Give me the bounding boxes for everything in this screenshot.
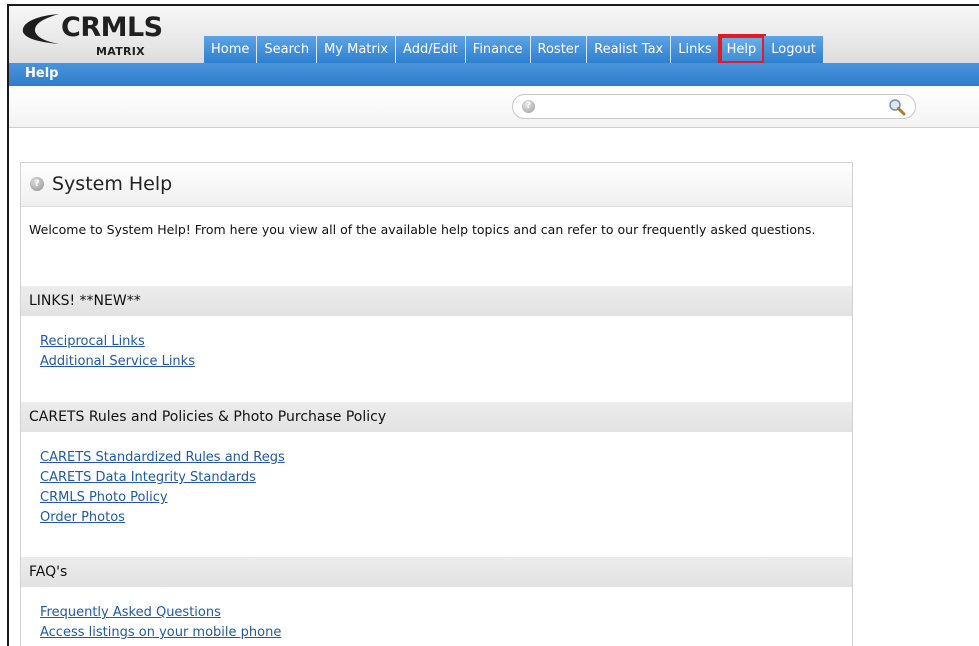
- tab-search[interactable]: Search: [257, 36, 318, 63]
- search-input[interactable]: [543, 98, 877, 117]
- link-carets-standardized-rules[interactable]: CARETS Standardized Rules and Regs: [40, 450, 285, 465]
- section-heading-faqs: FAQ's: [21, 557, 852, 587]
- list-item: Order Photos: [40, 510, 285, 530]
- search-row: ?: [9, 86, 979, 128]
- tab-home[interactable]: Home: [204, 36, 258, 63]
- magnifier-icon[interactable]: [888, 98, 906, 116]
- logo-name: CRMLS: [61, 12, 163, 43]
- tab-realist-tax[interactable]: Realist Tax: [587, 36, 672, 63]
- tab-logout[interactable]: Logout: [764, 36, 824, 63]
- intro-text: Welcome to System Help! From here you vi…: [29, 222, 816, 237]
- section-bar: Help: [9, 63, 979, 86]
- link-order-photos[interactable]: Order Photos: [40, 510, 125, 525]
- help-icon[interactable]: ?: [522, 100, 535, 113]
- tab-links[interactable]: Links: [671, 36, 720, 63]
- tab-add-edit[interactable]: Add/Edit: [396, 36, 466, 63]
- faq-links-list: Frequently Asked Questions Access listin…: [40, 605, 281, 645]
- section-heading-carets: CARETS Rules and Policies & Photo Purcha…: [21, 402, 852, 432]
- link-carets-data-integrity[interactable]: CARETS Data Integrity Standards: [40, 470, 256, 485]
- list-item: Additional Service Links: [40, 354, 195, 374]
- link-frequently-asked-questions[interactable]: Frequently Asked Questions: [40, 605, 221, 620]
- list-item: CRMLS Photo Policy: [40, 490, 285, 510]
- link-reciprocal-links[interactable]: Reciprocal Links: [40, 334, 145, 349]
- tab-roster[interactable]: Roster: [530, 36, 588, 63]
- list-item: Frequently Asked Questions: [40, 605, 281, 625]
- header: CRMLS MATRIX Home Search My Matrix Add/E…: [9, 6, 979, 65]
- search-box: ?: [512, 94, 916, 119]
- link-access-listings-mobile[interactable]: Access listings on your mobile phone: [40, 625, 281, 640]
- section-heading-links: LINKS! **NEW**: [21, 286, 852, 316]
- system-help-panel: ? System Help Welcome to System Help! Fr…: [20, 162, 853, 646]
- app-window: CRMLS MATRIX Home Search My Matrix Add/E…: [7, 4, 979, 646]
- link-crmls-photo-policy[interactable]: CRMLS Photo Policy: [40, 490, 168, 505]
- list-item: Access listings on your mobile phone: [40, 625, 281, 645]
- crmls-matrix-logo[interactable]: CRMLS MATRIX: [15, 8, 205, 64]
- tab-help[interactable]: Help: [717, 34, 767, 65]
- section-bar-title: Help: [25, 66, 59, 81]
- links-list: Reciprocal Links Additional Service Link…: [40, 334, 195, 374]
- logo-subtitle: MATRIX: [96, 45, 145, 58]
- carets-links-list: CARETS Standardized Rules and Regs CARET…: [40, 450, 285, 530]
- tab-finance[interactable]: Finance: [465, 36, 531, 63]
- main-nav: Home Search My Matrix Add/Edit Finance R…: [204, 34, 824, 65]
- list-item: CARETS Standardized Rules and Regs: [40, 450, 285, 470]
- list-item: CARETS Data Integrity Standards: [40, 470, 285, 490]
- list-item: Reciprocal Links: [40, 334, 195, 354]
- panel-title: System Help: [52, 173, 173, 195]
- help-icon: ?: [30, 177, 44, 191]
- panel-header: ? System Help: [21, 163, 852, 207]
- link-additional-service-links[interactable]: Additional Service Links: [40, 354, 195, 369]
- tab-my-matrix[interactable]: My Matrix: [317, 36, 397, 63]
